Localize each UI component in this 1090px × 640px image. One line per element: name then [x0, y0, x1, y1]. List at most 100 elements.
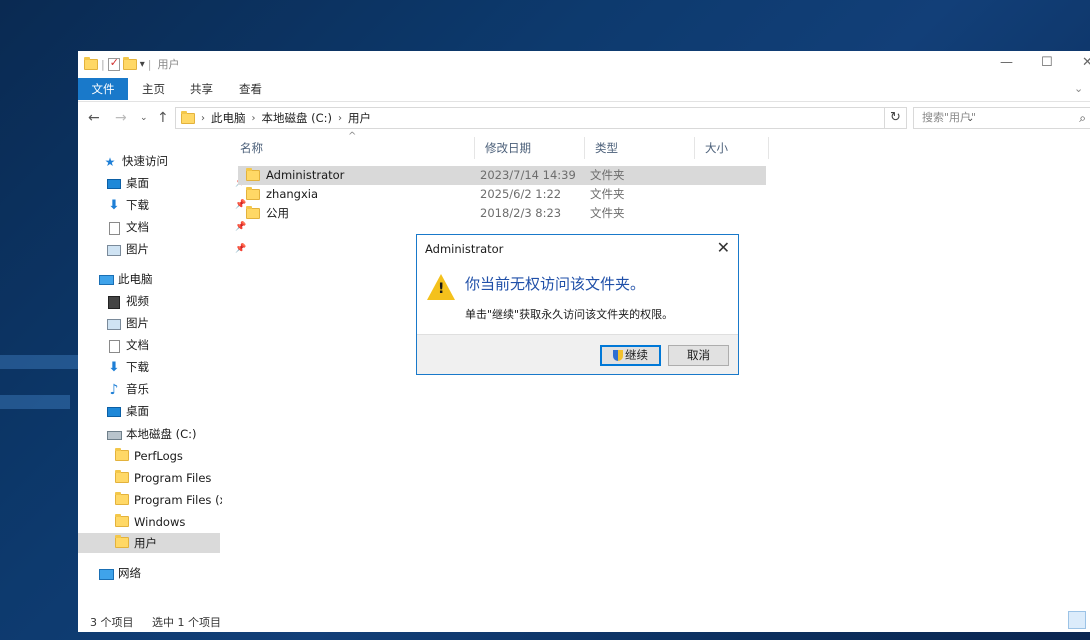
nav-item-program-files[interactable]: Program Files [114, 468, 211, 488]
document-icon [108, 339, 120, 353]
nav-item-pictures[interactable]: 图片 [106, 313, 149, 333]
file-name: 公用 [266, 206, 289, 220]
item-count: 3 个项目 [90, 616, 134, 629]
search-icon[interactable]: ⌕ [1079, 108, 1086, 128]
nav-item-desktop[interactable]: 桌面 [106, 401, 149, 421]
nav-item-desktop[interactable]: 桌面📌 [106, 173, 246, 193]
file-date: 2023/7/14 14:39 [480, 168, 576, 182]
nav-label: 下载 [126, 198, 149, 212]
nav-item-program-files-x86[interactable]: Program Files (x [114, 490, 222, 510]
file-type: 文件夹 [590, 206, 625, 220]
ribbon-expand-icon[interactable]: ⌄ [1074, 82, 1083, 95]
nav-label: Program Files [134, 471, 212, 485]
nav-item-music[interactable]: ♪ 音乐 [106, 379, 149, 399]
nav-label: PerfLogs [134, 449, 183, 463]
tab-file[interactable]: 文件 [78, 78, 128, 100]
title-bar: | ▾ | 用户 — ☐ ✕ [78, 51, 1090, 78]
properties-icon[interactable] [107, 56, 120, 71]
selected-count: 选中 1 个项目 [152, 616, 221, 629]
search-input[interactable]: 搜索"用户" ⌕ [913, 107, 1090, 129]
chevron-right-icon[interactable]: › [201, 113, 205, 124]
details-view-icon[interactable] [1068, 611, 1086, 629]
chevron-right-icon[interactable]: › [338, 113, 342, 124]
warning-mark: ! [438, 281, 445, 297]
forward-icon[interactable]: → [115, 110, 127, 126]
column-header-type[interactable]: 类型 [585, 137, 695, 159]
file-date: 2018/2/3 8:23 [480, 206, 562, 220]
separator: | [101, 57, 105, 71]
recent-locations-icon[interactable]: ⌄ [140, 113, 148, 123]
file-type: 文件夹 [590, 187, 625, 201]
nav-network[interactable]: 网络 [98, 563, 141, 583]
network-icon [98, 568, 114, 580]
ribbon-tabs: 文件 主页 共享 查看 ⌄ [78, 78, 1090, 102]
computer-icon [98, 275, 114, 285]
dialog-close-button[interactable]: ✕ [717, 238, 730, 257]
nav-label: Windows [134, 515, 186, 529]
file-row[interactable]: zhangxia 2025/6/2 1:22 文件夹 [238, 185, 766, 204]
new-folder-icon[interactable] [122, 56, 137, 70]
desktop-streak [0, 395, 70, 409]
breadcrumb-this-pc[interactable]: 此电脑 [211, 110, 246, 126]
nav-item-drive-c[interactable]: 本地磁盘 (C:) [106, 424, 197, 444]
nav-label: 本地磁盘 (C:) [126, 427, 197, 441]
back-icon[interactable]: ← [88, 110, 100, 126]
nav-item-documents[interactable]: 文档 [106, 335, 149, 355]
nav-item-documents[interactable]: 文档 📌 [106, 217, 246, 237]
tab-home[interactable]: 主页 [142, 78, 165, 100]
column-header-name[interactable]: 名称 [230, 137, 475, 159]
tab-share[interactable]: 共享 [190, 78, 213, 100]
cancel-button[interactable]: 取消 [668, 345, 729, 366]
nav-quick-access[interactable]: ★ 快速访问 [102, 151, 168, 171]
column-header-size[interactable]: 大小 [695, 137, 769, 159]
minimize-button[interactable]: — [1000, 55, 1013, 70]
folder-icon [115, 491, 129, 505]
document-icon [108, 221, 120, 235]
folder-icon [246, 187, 260, 200]
nav-label: 文档 [126, 220, 149, 234]
file-date: 2025/6/2 1:22 [480, 187, 562, 201]
uac-shield-icon [613, 350, 623, 361]
maximize-button[interactable]: ☐ [1041, 55, 1053, 70]
download-icon: ⬇ [108, 359, 120, 375]
music-icon: ♪ [109, 381, 119, 398]
quick-access-toolbar: | ▾ | 用户 [84, 56, 179, 72]
tab-view[interactable]: 查看 [239, 78, 262, 100]
nav-item-downloads[interactable]: ⬇ 下载 📌 [106, 195, 247, 215]
folder-icon [115, 447, 129, 461]
desktop-icon [107, 179, 121, 189]
column-header-date[interactable]: 修改日期 [475, 137, 585, 159]
continue-label: 继续 [625, 348, 648, 362]
folder-icon [84, 56, 98, 70]
nav-item-perflogs[interactable]: PerfLogs [114, 446, 183, 466]
folder-icon [181, 110, 195, 124]
up-icon[interactable]: ↑ [157, 110, 169, 126]
continue-button[interactable]: 继续 [600, 345, 661, 366]
address-bar[interactable]: › 此电脑 › 本地磁盘 (C:) › 用户 ⌄ [175, 107, 974, 129]
window-title: 用户 [157, 58, 180, 71]
file-row[interactable]: Administrator 2023/7/14 14:39 文件夹 [238, 166, 766, 185]
nav-label: 快速访问 [122, 154, 168, 168]
qat-dropdown-icon[interactable]: ▾ [140, 59, 145, 70]
nav-item-downloads[interactable]: ⬇ 下载 [106, 357, 149, 377]
video-icon [108, 295, 120, 309]
nav-label: 图片 [126, 242, 149, 256]
status-bar: 3 个项目 选中 1 个项目 [78, 609, 1090, 632]
breadcrumb-users[interactable]: 用户 [348, 110, 371, 126]
file-row[interactable]: 公用 2018/2/3 8:23 文件夹 [238, 204, 766, 223]
close-button[interactable]: ✕ [1082, 55, 1090, 70]
nav-item-videos[interactable]: 视频 [106, 291, 149, 311]
nav-item-pictures[interactable]: 图片 📌 [106, 239, 246, 259]
chevron-right-icon[interactable]: › [252, 113, 256, 124]
address-row: ← → ⌄ ↑ › 此电脑 › 本地磁盘 (C:) › 用户 ⌄ ↻ 搜索"用户… [78, 106, 1090, 132]
nav-item-users[interactable]: 用户 [78, 533, 220, 553]
nav-label: 视频 [126, 294, 149, 308]
refresh-button[interactable]: ↻ [885, 107, 907, 129]
nav-label: 文档 [126, 338, 149, 352]
nav-item-windows[interactable]: Windows [114, 512, 185, 532]
file-name: Administrator [266, 168, 345, 182]
breadcrumb-drive[interactable]: 本地磁盘 (C:) [262, 110, 333, 126]
nav-this-pc[interactable]: 此电脑 [98, 269, 153, 289]
nav-label: 桌面 [126, 176, 149, 190]
nav-label: 音乐 [126, 382, 149, 396]
